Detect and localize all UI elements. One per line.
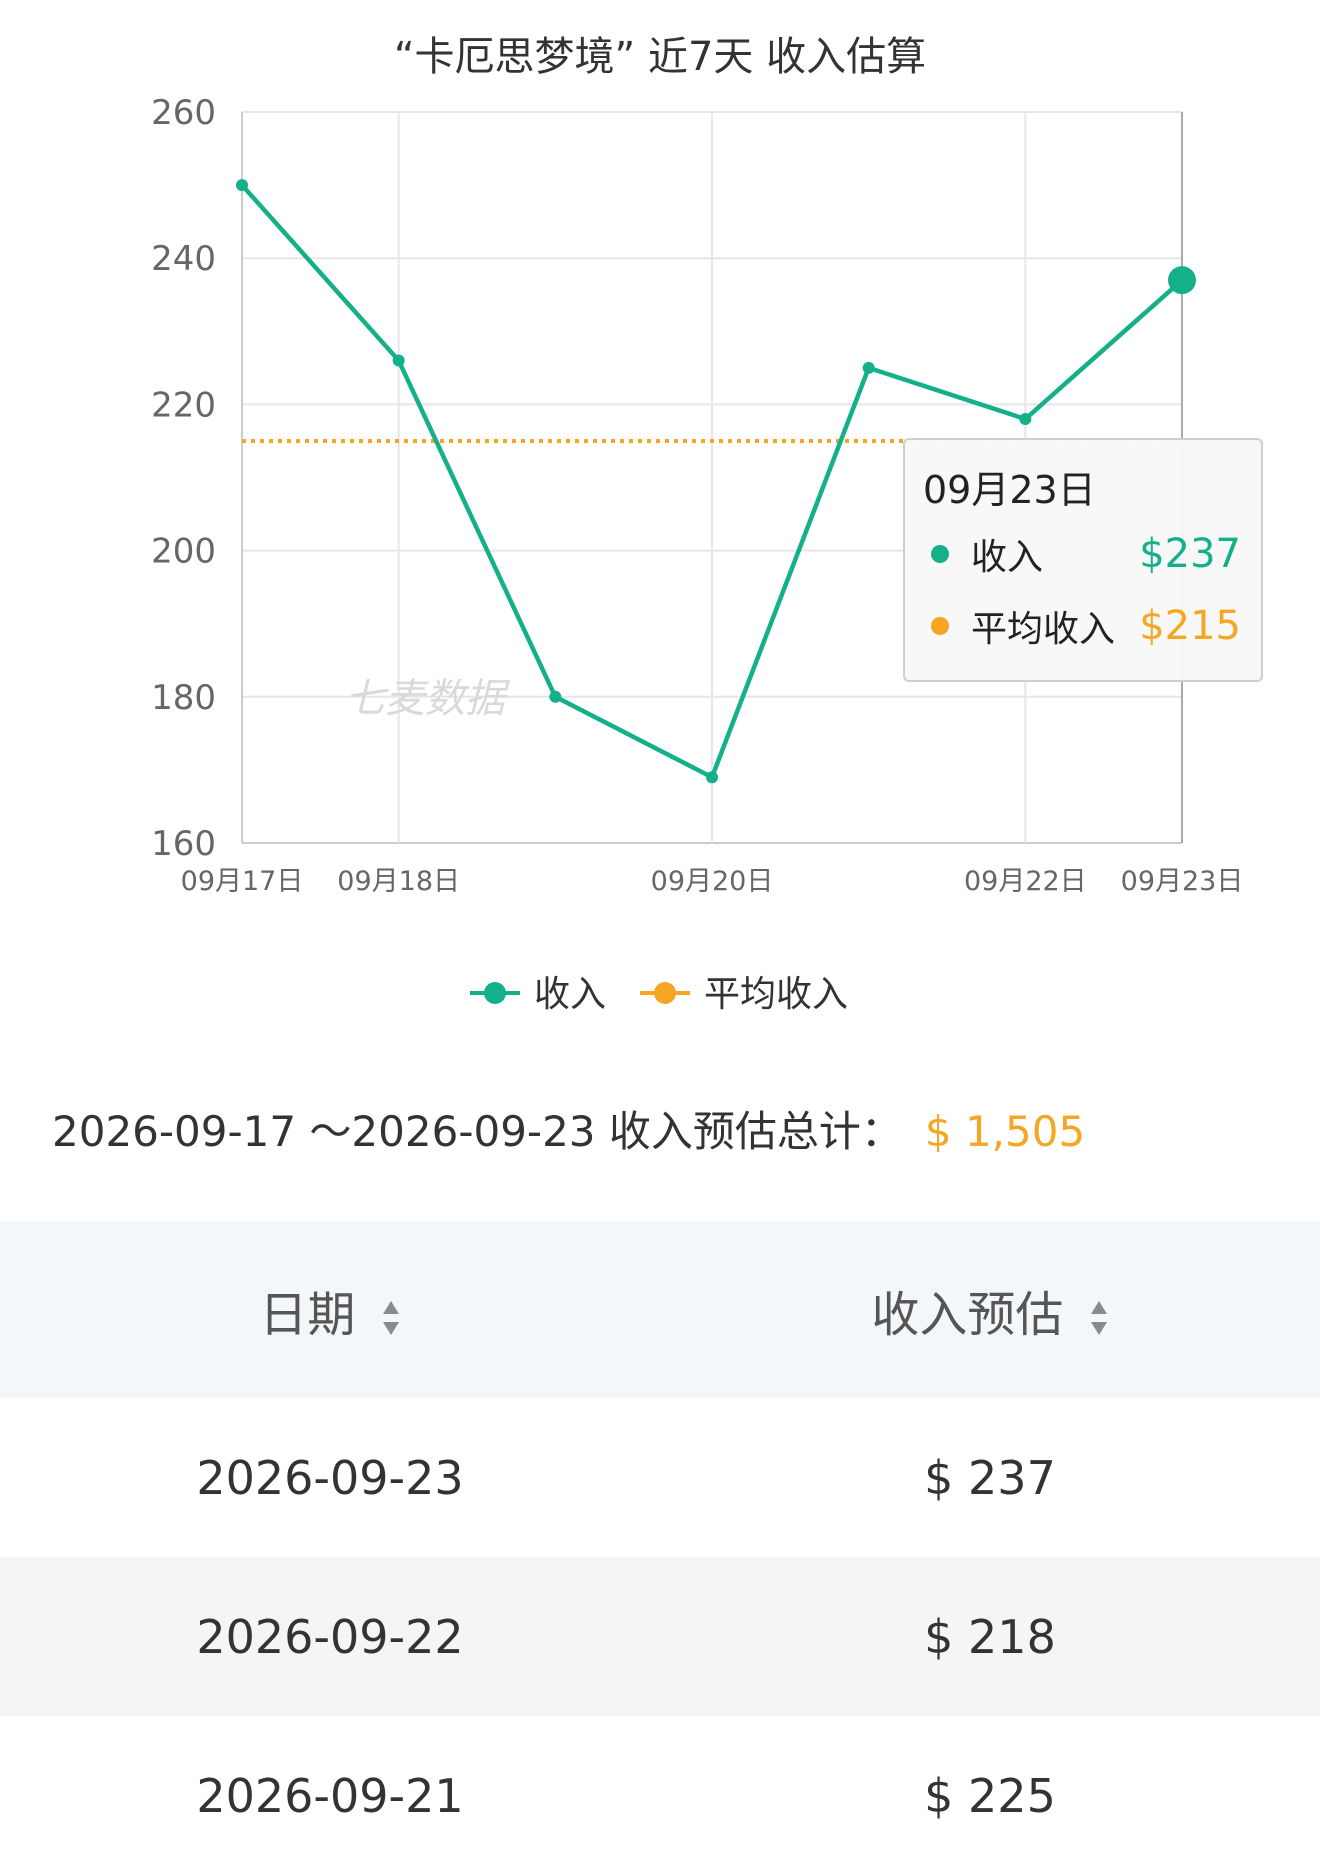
legend-average-label: 平均收入 — [704, 974, 848, 1015]
tooltip-row-revenue: 收入 $237 — [923, 518, 1241, 590]
x-tick-label: 09月22日 — [964, 866, 1087, 897]
x-tick-label: 09月17日 — [181, 866, 304, 897]
summary-total: $ 1,505 — [924, 1107, 1086, 1156]
revenue-data-point — [862, 361, 875, 374]
row-date: 2026-09-23 — [196, 1450, 464, 1505]
legend-average-marker — [654, 982, 676, 1004]
row-date: 2026-09-21 — [196, 1768, 464, 1823]
row-revenue: $ 237 — [924, 1450, 1056, 1505]
revenue-data-point — [236, 179, 248, 192]
legend-revenue-marker — [484, 982, 506, 1004]
tooltip-average-label: 平均收入 — [971, 609, 1116, 650]
x-tick-label: 09月23日 — [1121, 866, 1244, 897]
row-revenue: $ 225 — [924, 1768, 1056, 1823]
revenue-header-label: 收入预估 — [871, 1286, 1064, 1343]
row-date: 2026-09-22 — [196, 1609, 464, 1664]
tooltip-date: 09月23日 — [923, 468, 1096, 512]
table-row: 2026-09-22 $ 218 — [0, 1557, 1320, 1716]
y-tick-label: 240 — [151, 239, 216, 279]
tooltip-revenue-value: $237 — [1139, 531, 1241, 577]
chart-tooltip: 09月23日 收入 $237 平均收入 $215 — [903, 438, 1263, 682]
revenue-data-point — [549, 690, 562, 703]
y-tick-label: 160 — [151, 824, 216, 864]
y-tick-label: 220 — [151, 385, 216, 425]
chart-title: “卡厄思梦境” 近7天 收入估算 — [394, 34, 926, 80]
table-row: 2026-09-23 $ 237 — [0, 1398, 1320, 1557]
table-header: 日期 收入预估 — [0, 1221, 1320, 1398]
revenue-dot-icon — [931, 545, 949, 563]
sort-icon[interactable] — [381, 1299, 401, 1337]
row-revenue: $ 218 — [924, 1609, 1056, 1664]
revenue-data-point — [1019, 413, 1032, 426]
revenue-data-point — [392, 354, 405, 367]
revenue-data-point — [706, 771, 718, 784]
revenue-data-point — [1168, 266, 1196, 295]
y-tick-label: 180 — [151, 678, 216, 718]
date-header-label: 日期 — [259, 1286, 356, 1343]
tooltip-row-average: 平均收入 $215 — [923, 590, 1241, 662]
summary-label: 2026-09-17 ～2026-09-23 收入预估总计： — [52, 1107, 903, 1156]
watermark: 七麦数据 — [345, 676, 510, 722]
revenue-summary: 2026-09-17 ～2026-09-23 收入预估总计： $ 1,505 — [52, 1098, 1085, 1159]
y-tick-label: 200 — [151, 532, 216, 572]
x-tick-label: 09月18日 — [337, 866, 460, 897]
date-column-header[interactable]: 日期 — [0, 1275, 660, 1345]
tooltip-average-value: $215 — [1139, 603, 1241, 649]
sort-icon[interactable] — [1089, 1299, 1109, 1337]
revenue-column-header[interactable]: 收入预估 — [660, 1275, 1320, 1345]
tooltip-revenue-label: 收入 — [971, 537, 1044, 578]
legend-revenue-label: 收入 — [534, 974, 606, 1015]
x-tick-label: 09月20日 — [651, 866, 774, 897]
average-dot-icon — [931, 617, 949, 635]
y-tick-label: 260 — [151, 93, 216, 133]
table-row: 2026-09-21 $ 225 — [0, 1716, 1320, 1875]
